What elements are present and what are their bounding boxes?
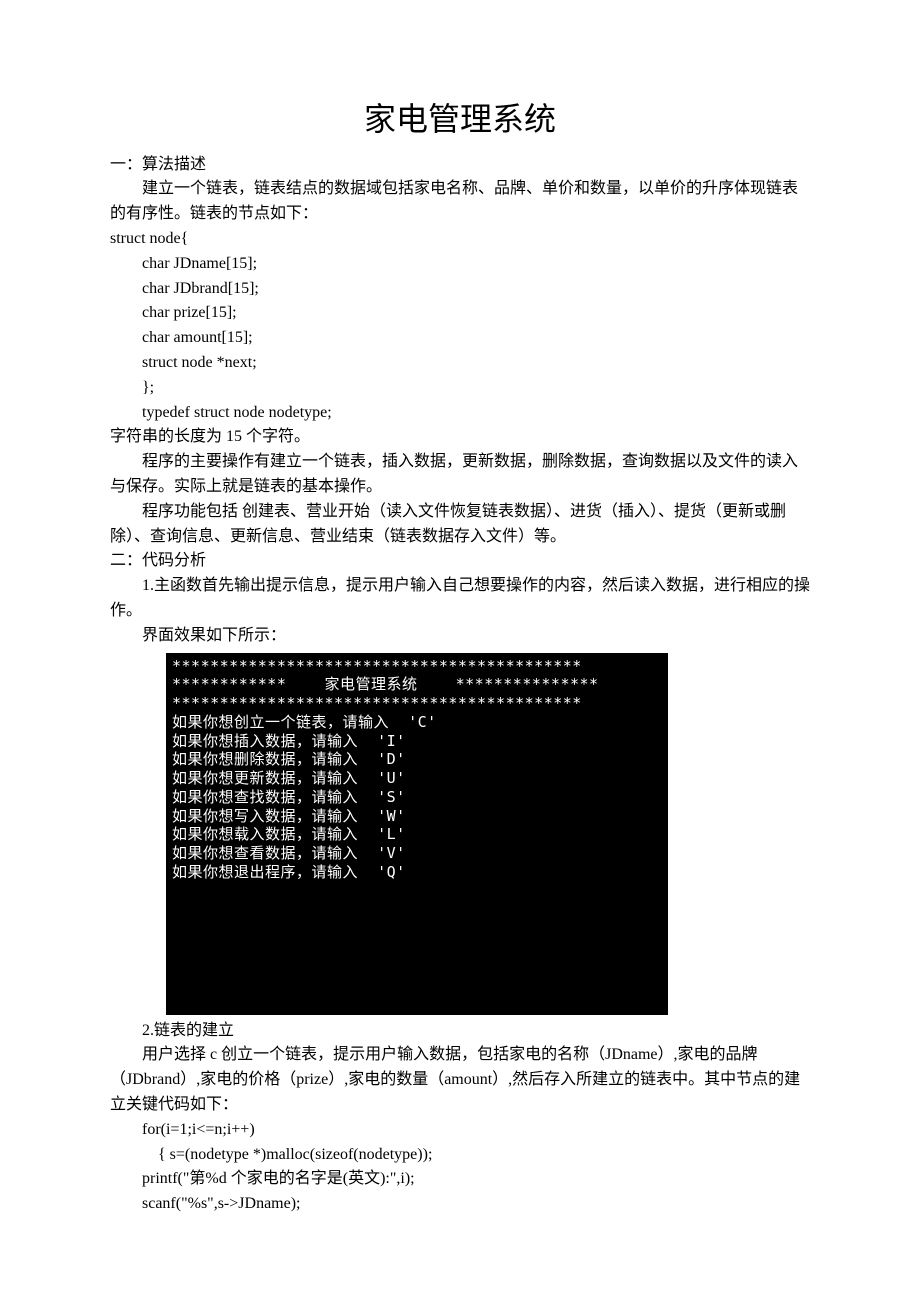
section-1-heading: 一：算法描述	[110, 153, 810, 178]
terminal-line: 如果你想载入数据，请输入 'L'	[172, 825, 406, 843]
code-field-jdname: char JDname[15];	[110, 252, 810, 277]
code-printf: printf("第%d 个家电的名字是(英文):",i);	[110, 1167, 810, 1192]
terminal-line: 如果你想插入数据，请输入 'I'	[172, 732, 406, 750]
terminal-line: 如果你想查看数据，请输入 'V'	[172, 844, 406, 862]
terminal-line: 如果你想创立一个链表，请输入 'C'	[172, 713, 437, 731]
section-1-note: 字符串的长度为 15 个字符。	[110, 425, 810, 450]
code-field-jdbrand: char JDbrand[15];	[110, 277, 810, 302]
document-page: 家电管理系统 一：算法描述 建立一个链表，链表结点的数据域包括家电名称、品牌、单…	[0, 0, 920, 1277]
code-typedef: typedef struct node nodetype;	[110, 401, 810, 426]
section-2-main: 1.主函数首先输出提示信息，提示用户输入自己想要操作的内容，然后读入数据，进行相…	[110, 574, 810, 624]
terminal-line: 如果你想删除数据，请输入 'D'	[172, 750, 406, 768]
terminal-line: 如果你想写入数据，请输入 'W'	[172, 807, 406, 825]
terminal-line: ****************************************…	[172, 657, 582, 675]
code-field-prize: char prize[15];	[110, 301, 810, 326]
terminal-line: 如果你想更新数据，请输入 'U'	[172, 769, 406, 787]
section-2-heading: 二：代码分析	[110, 549, 810, 574]
section-1-intro: 建立一个链表，链表结点的数据域包括家电名称、品牌、单价和数量，以单价的升序体现链…	[110, 177, 810, 227]
code-malloc: { s=(nodetype *)malloc(sizeof(nodetype))…	[110, 1143, 810, 1168]
section-3-desc: 用户选择 c 创立一个链表，提示用户输入数据，包括家电的名称（JDname）,家…	[110, 1043, 810, 1117]
code-scanf: scanf("%s",s->JDname);	[110, 1192, 810, 1217]
terminal-line: ************ 家电管理系统 ***************	[172, 675, 599, 693]
code-field-amount: char amount[15];	[110, 326, 810, 351]
page-title: 家电管理系统	[110, 95, 810, 145]
terminal-line: 如果你想退出程序，请输入 'Q'	[172, 863, 406, 881]
terminal-container: ****************************************…	[110, 653, 810, 1015]
code-field-next: struct node *next;	[110, 351, 810, 376]
code-struct-open: struct node{	[110, 227, 810, 252]
section-1-features: 程序功能包括 创建表、营业开始（读入文件恢复链表数据）、进货（插入）、提货（更新…	[110, 500, 810, 550]
terminal-output: ****************************************…	[166, 653, 668, 1015]
section-1-ops: 程序的主要操作有建立一个链表，插入数据，更新数据，删除数据，查询数据以及文件的读…	[110, 450, 810, 500]
terminal-line: ****************************************…	[172, 694, 582, 712]
code-struct-close: };	[110, 376, 810, 401]
section-3-heading: 2.链表的建立	[110, 1019, 810, 1044]
terminal-line: 如果你想查找数据，请输入 'S'	[172, 788, 406, 806]
section-2-ui-label: 界面效果如下所示：	[110, 624, 810, 649]
code-for: for(i=1;i<=n;i++)	[110, 1118, 810, 1143]
